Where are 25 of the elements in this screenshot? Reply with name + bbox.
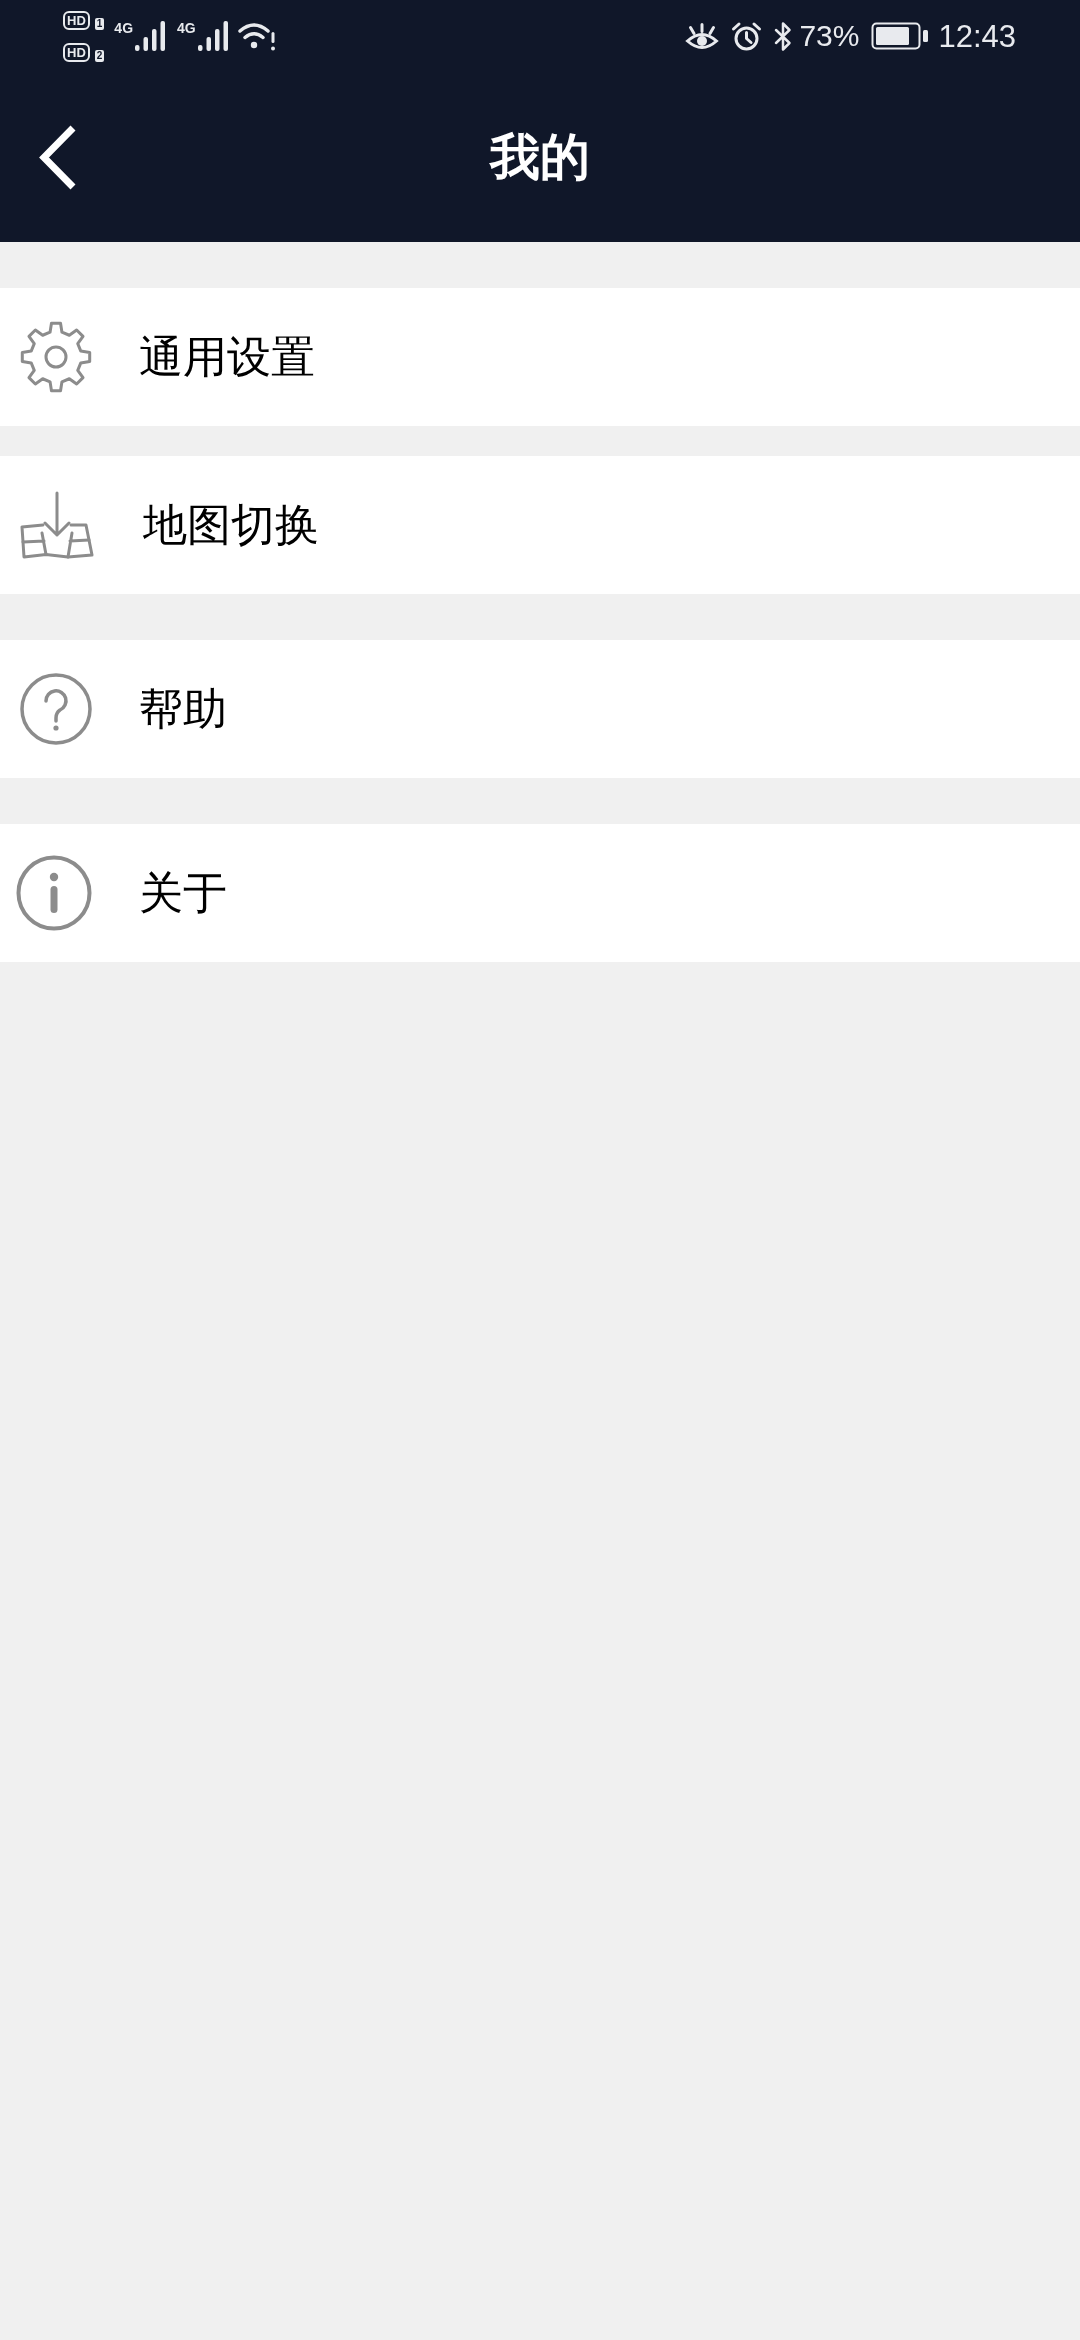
chevron-left-icon — [37, 123, 78, 191]
eye-icon — [685, 21, 720, 51]
clock-time: 12:43 — [938, 20, 1016, 52]
bluetooth-icon — [773, 20, 794, 52]
signal-icon — [197, 21, 230, 51]
page-title: 我的 — [490, 132, 590, 182]
hd-badge: HD — [63, 42, 90, 62]
wifi-icon — [237, 20, 276, 52]
info-icon — [16, 855, 92, 931]
battery-icon — [871, 22, 929, 50]
signal-icon — [135, 21, 168, 51]
hd-badge: HD — [63, 10, 90, 30]
menu-item[interactable]: 通用设置 — [0, 288, 1080, 426]
menu-item[interactable]: 帮助 — [0, 640, 1080, 778]
sim-slot-badge: 1 — [94, 17, 105, 30]
help-icon — [20, 673, 92, 745]
alarm-clock-icon — [731, 21, 763, 51]
menu-item[interactable]: 地图切换 — [0, 456, 1080, 594]
menu-item[interactable]: 关于 — [0, 824, 1080, 962]
map-download-icon — [20, 491, 94, 559]
settings-icon — [20, 321, 92, 393]
network-type-label: 4G — [114, 21, 134, 35]
network-type-label: 4G — [177, 21, 196, 35]
battery-percentage: 73% — [799, 21, 860, 51]
sim-slot-badge: 2 — [94, 49, 105, 62]
